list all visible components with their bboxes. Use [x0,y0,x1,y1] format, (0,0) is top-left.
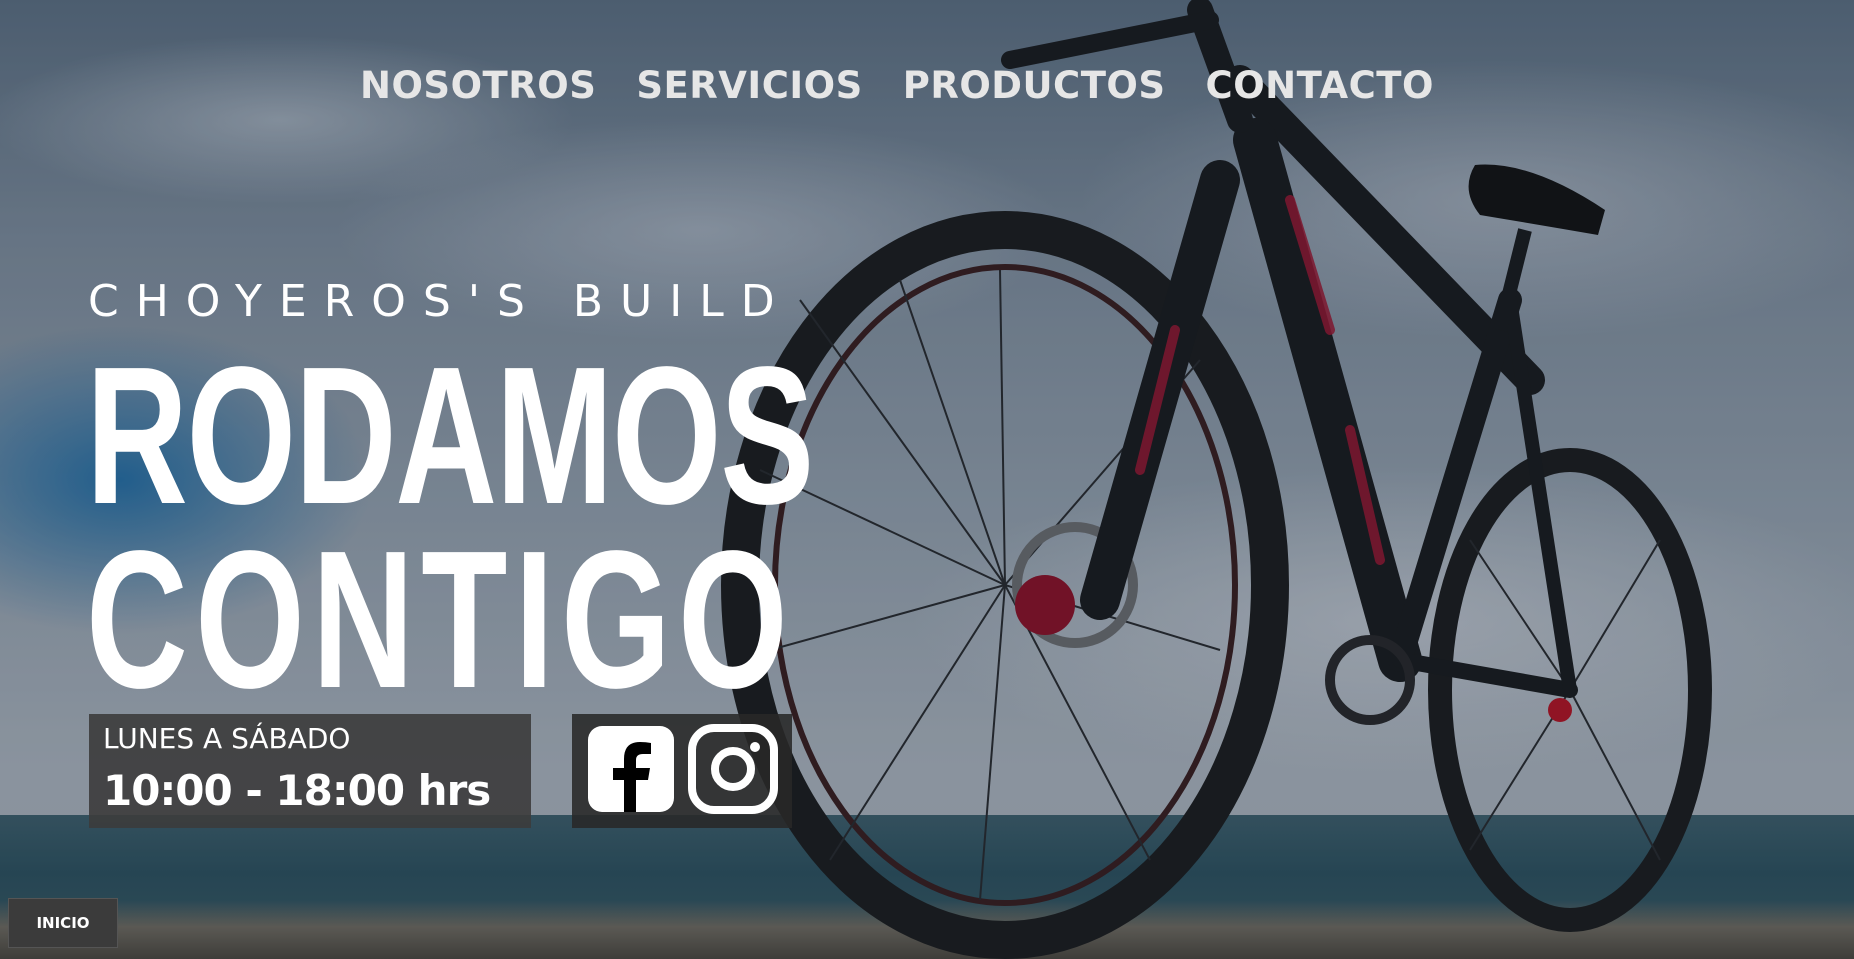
headline-line-2: CONTIGO [86,510,795,729]
nav-link-contacto[interactable]: CONTACTO [1206,64,1434,107]
nav-link-productos[interactable]: PRODUCTOS [903,64,1166,107]
inicio-button[interactable]: INICIO [8,898,118,948]
brand-name: CHOYEROS'S BUILD [88,276,792,327]
main-navigation: NOSOTROS SERVICIOS PRODUCTOS CONTACTO [0,64,1854,107]
hero-headline: RODAMOS CONTIGO [86,326,814,729]
opening-hours-box: LUNES A SÁBADO 10:00 - 18:00 hrs [89,714,531,828]
nav-link-servicios[interactable]: SERVICIOS [636,64,862,107]
facebook-icon[interactable] [586,724,676,814]
opening-days: LUNES A SÁBADO [103,722,351,755]
instagram-icon[interactable] [688,724,778,814]
headline-line-1: RODAMOS [86,326,814,545]
social-links [572,714,792,828]
opening-time: 10:00 - 18:00 hrs [103,766,491,815]
nav-link-nosotros[interactable]: NOSOTROS [360,64,596,107]
